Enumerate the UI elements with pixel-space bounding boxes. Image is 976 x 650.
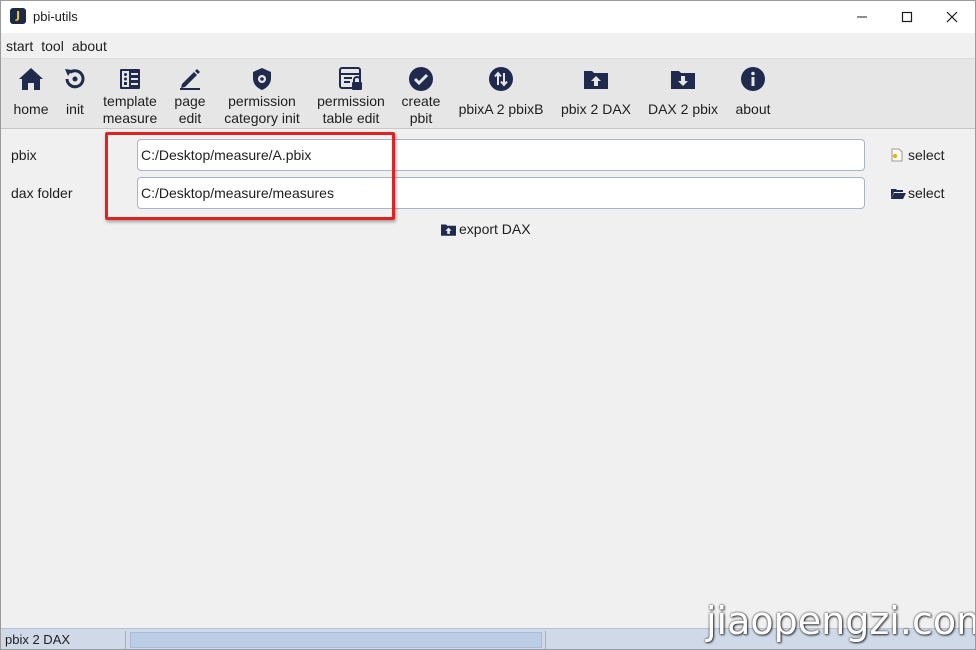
- export-dax-label: export DAX: [459, 221, 531, 237]
- refresh-icon: [61, 65, 89, 93]
- file-icon: [890, 148, 906, 162]
- pbix-select-button[interactable]: select: [890, 147, 945, 163]
- check-circle-icon: [407, 65, 435, 93]
- toolbar-page-edit-button[interactable]: page edit: [167, 59, 213, 129]
- folder-upload-icon: [440, 221, 458, 237]
- menu-bar: start tool about: [1, 33, 975, 59]
- annotation-highlight-box: [105, 132, 395, 220]
- toolbar-label: about: [735, 101, 771, 117]
- progress-bar: [130, 632, 542, 648]
- export-dax-button[interactable]: export DAX: [440, 221, 531, 237]
- folder-upload-icon: [582, 65, 610, 93]
- app-logo-icon: J: [10, 8, 26, 24]
- toolbar-create-pbit-button[interactable]: create pbit: [397, 59, 445, 129]
- select-label: select: [908, 147, 945, 163]
- minimize-button[interactable]: [839, 1, 885, 33]
- toolbar-home-button[interactable]: home: [9, 59, 53, 129]
- status-text: pbix 2 DAX: [5, 632, 71, 647]
- swap-circle-icon: [487, 65, 515, 93]
- minimize-icon: [857, 16, 867, 18]
- status-separator: [545, 631, 546, 649]
- toolbar: home init template measure page edit per: [1, 59, 975, 129]
- close-icon: [946, 11, 958, 23]
- toolbar-init-button[interactable]: init: [57, 59, 93, 129]
- status-separator: [125, 631, 126, 649]
- toolbar-pbixa-2-pbixb-button[interactable]: pbixA 2 pbixB: [455, 59, 547, 129]
- toolbar-label: pbix 2 DAX: [560, 101, 632, 117]
- toolbar-permission-table-edit-button[interactable]: permission table edit: [313, 59, 389, 129]
- info-icon: [739, 65, 767, 93]
- app-window: J pbi-utils start tool about home init t…: [0, 0, 976, 650]
- window-title: pbi-utils: [33, 9, 78, 24]
- dax-folder-label: dax folder: [11, 185, 73, 201]
- watermark: jiaopengzi.com: [706, 599, 976, 643]
- toolbar-about-button[interactable]: about: [731, 59, 775, 129]
- pencil-icon: [176, 65, 204, 93]
- template-icon: [116, 65, 144, 93]
- toolbar-permission-category-init-button[interactable]: permission category init: [217, 59, 307, 129]
- toolbar-label: DAX 2 pbix: [647, 101, 719, 117]
- toolbar-label: pbixA 2 pbixB: [458, 101, 544, 117]
- toolbar-label: home: [13, 101, 49, 117]
- folder-download-icon: [669, 65, 697, 93]
- toolbar-pbix-2-dax-button[interactable]: pbix 2 DAX: [557, 59, 635, 129]
- toolbar-label: template measure: [102, 93, 158, 126]
- maximize-button[interactable]: [884, 1, 930, 33]
- title-bar: J pbi-utils: [1, 1, 975, 33]
- select-label: select: [908, 185, 945, 201]
- toolbar-label: permission table edit: [317, 93, 385, 126]
- menu-about[interactable]: about: [72, 38, 107, 54]
- toolbar-template-measure-button[interactable]: template measure: [97, 59, 163, 129]
- pbix-label: pbix: [11, 147, 37, 163]
- maximize-icon: [901, 11, 913, 23]
- folder-open-icon: [890, 186, 906, 200]
- toolbar-dax-2-pbix-button[interactable]: DAX 2 pbix: [643, 59, 723, 129]
- menu-start[interactable]: start: [6, 38, 33, 54]
- home-icon: [17, 65, 45, 93]
- toolbar-label: page edit: [174, 93, 206, 126]
- dax-folder-select-button[interactable]: select: [890, 185, 945, 201]
- toolbar-label: init: [66, 101, 84, 117]
- menu-tool[interactable]: tool: [41, 38, 64, 54]
- close-button[interactable]: [929, 1, 975, 33]
- toolbar-label: create pbit: [401, 93, 441, 126]
- shield-gear-icon: [248, 65, 276, 93]
- toolbar-label: permission category init: [224, 93, 300, 126]
- table-lock-icon: [337, 65, 365, 93]
